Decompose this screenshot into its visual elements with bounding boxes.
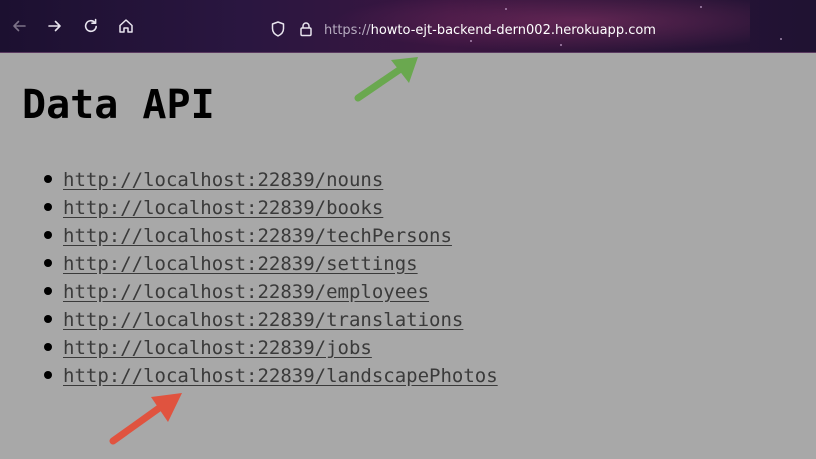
green-annotation-arrow-icon <box>354 57 418 102</box>
lock-icon[interactable] <box>297 20 315 38</box>
list-item: http://localhost:22839/books <box>44 194 498 222</box>
api-link-settings[interactable]: http://localhost:22839/settings <box>63 253 418 275</box>
bullet <box>44 343 52 351</box>
bullet <box>44 371 52 379</box>
list-item: http://localhost:22839/nouns <box>44 166 498 194</box>
list-item: http://localhost:22839/translations <box>44 306 498 334</box>
list-item: http://localhost:22839/settings <box>44 250 498 278</box>
list-item: http://localhost:22839/employees <box>44 278 498 306</box>
bullet <box>44 315 52 323</box>
home-icon <box>119 19 133 33</box>
red-annotation-arrow-icon <box>109 393 182 445</box>
url-scheme: https:// <box>324 23 371 38</box>
list-item: http://localhost:22839/landscapePhotos <box>44 362 498 390</box>
background-star <box>505 8 507 10</box>
api-link-landscapephotos[interactable]: http://localhost:22839/landscapePhotos <box>63 365 498 387</box>
reload-icon <box>84 18 97 33</box>
bullet <box>44 203 52 211</box>
reload-button[interactable] <box>81 16 101 36</box>
background-star <box>700 6 702 8</box>
list-item: http://localhost:22839/techPersons <box>44 222 498 250</box>
browser-toolbar: https://howto-ejt-backend-dern002.heroku… <box>0 0 816 53</box>
url-host: howto-ejt-backend-dern002.herokuapp.com <box>370 23 656 38</box>
page-title: Data API <box>22 82 215 128</box>
api-link-employees[interactable]: http://localhost:22839/employees <box>63 281 429 303</box>
api-link-nouns[interactable]: http://localhost:22839/nouns <box>63 169 383 191</box>
background-star <box>470 40 472 42</box>
list-item: http://localhost:22839/jobs <box>44 334 498 362</box>
forward-arrow-icon <box>48 20 61 32</box>
api-link-translations[interactable]: http://localhost:22839/translations <box>63 309 463 331</box>
bullet <box>44 287 52 295</box>
home-button[interactable] <box>116 16 136 36</box>
bullet <box>44 175 52 183</box>
api-link-techpersons[interactable]: http://localhost:22839/techPersons <box>63 225 452 247</box>
background-star <box>560 44 562 46</box>
back-arrow-icon <box>13 20 26 32</box>
api-link-jobs[interactable]: http://localhost:22839/jobs <box>63 337 372 359</box>
forward-button[interactable] <box>45 16 65 36</box>
back-button[interactable] <box>9 16 29 36</box>
bullet <box>44 231 52 239</box>
bullet <box>44 259 52 267</box>
api-link-books[interactable]: http://localhost:22839/books <box>63 197 383 219</box>
background-star <box>780 38 782 40</box>
api-link-list: http://localhost:22839/nouns http://loca… <box>44 166 498 390</box>
url-field[interactable]: https://howto-ejt-backend-dern002.heroku… <box>324 22 656 40</box>
shield-icon[interactable] <box>269 20 287 38</box>
